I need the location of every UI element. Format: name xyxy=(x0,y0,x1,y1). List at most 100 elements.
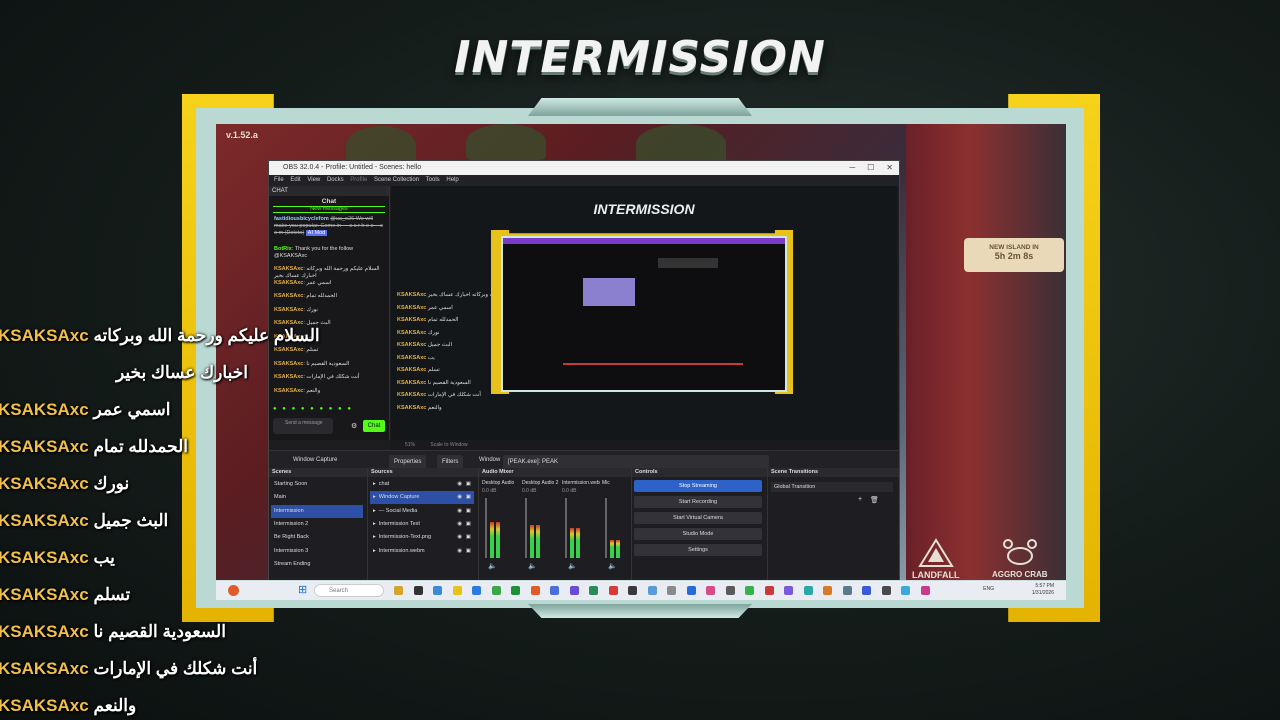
taskbar-app-icon[interactable] xyxy=(823,586,832,595)
delete-transition-icon[interactable]: 🗑 xyxy=(870,496,879,504)
lock-icon[interactable]: ▣ xyxy=(466,491,471,504)
lock-icon[interactable]: ▣ xyxy=(466,518,471,531)
taskbar-app-icon[interactable] xyxy=(589,586,598,595)
speaker-icon[interactable]: 🔈 xyxy=(528,562,537,570)
taskbar-app-icon[interactable] xyxy=(667,586,676,595)
menu-docks[interactable]: Docks xyxy=(327,177,344,183)
menu-edit[interactable]: Edit xyxy=(290,177,300,183)
taskbar-app-icon[interactable] xyxy=(569,586,579,595)
taskbar-app-icon[interactable] xyxy=(452,586,462,595)
source-item[interactable]: ▸ — Social Media ◉ ▣ xyxy=(370,505,474,518)
scene-item[interactable]: Intermission 2 xyxy=(271,518,363,531)
chat-username[interactable]: KSAKSAxc xyxy=(274,361,303,367)
taskbar-app-icon[interactable] xyxy=(901,586,910,595)
taskbar-search-input[interactable]: Search xyxy=(314,584,384,597)
scale-mode[interactable]: Scale to Window xyxy=(430,442,467,448)
taskbar-app-icon[interactable] xyxy=(803,586,813,595)
taskbar-app-icon[interactable] xyxy=(413,586,423,595)
taskbar-app-icon[interactable] xyxy=(394,586,403,595)
chat-username[interactable]: KSAKSAxc xyxy=(274,388,303,394)
speaker-icon[interactable]: 🔈 xyxy=(608,562,617,570)
menu-file[interactable]: File xyxy=(274,177,284,183)
volume-slider[interactable] xyxy=(485,498,487,558)
volume-slider[interactable] xyxy=(605,498,607,558)
taskbar-app-icon[interactable] xyxy=(530,586,540,595)
eye-icon[interactable]: ◉ xyxy=(457,505,462,518)
emote-row[interactable]: ● ● ● ● ● ● ● ● ● xyxy=(273,406,385,414)
chat-username[interactable]: KSAKSAxc xyxy=(274,347,303,353)
bot-username[interactable]: BotRix xyxy=(274,246,292,252)
speaker-icon[interactable]: 🔈 xyxy=(488,562,497,570)
lock-icon[interactable]: ▣ xyxy=(466,505,471,518)
taskbar-app-icon[interactable] xyxy=(745,586,754,595)
taskbar-app-icon[interactable] xyxy=(881,586,891,595)
window-select[interactable]: [PEAK.exe]: PEAK xyxy=(503,455,769,469)
menu-scene-collection[interactable]: Scene Collection xyxy=(374,177,419,183)
chat-message-input[interactable]: Send a message xyxy=(273,418,333,434)
taskbar-app-icon[interactable] xyxy=(862,586,871,595)
taskbar-app-icon[interactable] xyxy=(725,586,735,595)
scene-item[interactable]: Starting Soon xyxy=(271,478,363,491)
source-item[interactable]: ▸ Window Capture ◉ ▣ xyxy=(370,491,474,505)
spam-username[interactable]: fastidiousbicyclefom xyxy=(274,216,329,222)
taskbar-app-icon[interactable] xyxy=(491,586,501,595)
studio-mode-button[interactable]: Studio Mode xyxy=(634,528,762,540)
widgets-icon[interactable] xyxy=(228,585,239,596)
lock-icon[interactable]: ▣ xyxy=(466,545,471,558)
volume-slider[interactable] xyxy=(565,498,567,558)
source-item[interactable]: ▸ Intermission-Text.png ◉ ▣ xyxy=(370,531,474,544)
source-item[interactable]: ▸ Intermission Text ◉ ▣ xyxy=(370,518,474,531)
taskbar-app-icon[interactable] xyxy=(472,586,481,595)
start-recording-button[interactable]: Start Recording xyxy=(634,496,762,508)
taskbar-app-icon[interactable] xyxy=(920,586,930,595)
settings-button[interactable]: Settings xyxy=(634,544,762,556)
eye-icon[interactable]: ◉ xyxy=(457,531,462,544)
menu-tools[interactable]: Tools xyxy=(426,177,440,183)
chat-username[interactable]: KSAKSAxc xyxy=(274,266,303,272)
scene-item[interactable]: Stream Ending xyxy=(271,558,363,571)
scene-item[interactable]: Intermission 3 xyxy=(271,545,363,558)
windows-start-icon[interactable]: ⊞ xyxy=(298,584,310,596)
stop-streaming-button[interactable]: Stop Streaming xyxy=(634,480,762,492)
lock-icon[interactable]: ▣ xyxy=(466,531,471,544)
chat-username[interactable]: KSAKSAxc xyxy=(274,293,303,299)
taskbar-app-icon[interactable] xyxy=(706,586,715,595)
maximize-icon[interactable]: ☐ xyxy=(867,163,874,172)
taskbar-app-icon[interactable] xyxy=(764,586,774,595)
taskbar-app-icon[interactable] xyxy=(842,586,852,595)
taskbar-app-icon[interactable] xyxy=(550,586,559,595)
scene-item[interactable]: Intermission xyxy=(271,504,363,518)
eye-icon[interactable]: ◉ xyxy=(457,545,462,558)
start-virtual-camera-button[interactable]: Start Virtual Camera xyxy=(634,512,762,524)
chat-username[interactable]: KSAKSAxc xyxy=(274,280,303,286)
taskbar-app-icon[interactable] xyxy=(628,586,637,595)
taskbar-app-icon[interactable] xyxy=(433,586,442,595)
chat-send-button[interactable]: Chat xyxy=(363,420,385,432)
zoom-level[interactable]: 51% xyxy=(405,442,415,448)
volume-slider[interactable] xyxy=(525,498,527,558)
taskbar-app-icon[interactable] xyxy=(608,586,618,595)
chat-username[interactable]: KSAKSAxc xyxy=(274,307,303,313)
scene-item[interactable]: Main xyxy=(271,491,363,504)
add-transition-icon[interactable]: + xyxy=(858,496,862,503)
source-item[interactable]: ▸ chat ◉ ▣ xyxy=(370,478,474,491)
chat-username[interactable]: KSAKSAxc xyxy=(274,374,303,380)
obs-preview[interactable]: INTERMISSION KSAKSAxc السلام عليكم ورحمة… xyxy=(391,186,897,440)
minimize-icon[interactable]: ─ xyxy=(849,163,855,172)
taskbar-app-icon[interactable] xyxy=(784,586,793,595)
scene-item[interactable]: Be Right Back xyxy=(271,531,363,544)
source-item[interactable]: ▸ Intermission.webm ◉ ▣ xyxy=(370,545,474,558)
taskbar-app-icon[interactable] xyxy=(511,586,520,595)
properties-button[interactable]: Properties xyxy=(389,455,427,469)
taskbar-app-icon[interactable] xyxy=(647,586,657,595)
menu-profile[interactable]: Profile xyxy=(350,177,367,183)
eye-icon[interactable]: ◉ xyxy=(457,478,462,491)
menu-view[interactable]: View xyxy=(307,177,320,183)
transition-select[interactable]: Global Transition xyxy=(771,482,893,492)
menu-help[interactable]: Help xyxy=(446,177,458,183)
settings-gear-icon[interactable]: ⚙ xyxy=(351,422,357,430)
language-indicator[interactable]: ENG xyxy=(983,586,994,592)
close-icon[interactable]: ✕ xyxy=(886,163,893,172)
speaker-icon[interactable]: 🔈 xyxy=(568,562,577,570)
lock-icon[interactable]: ▣ xyxy=(466,478,471,491)
